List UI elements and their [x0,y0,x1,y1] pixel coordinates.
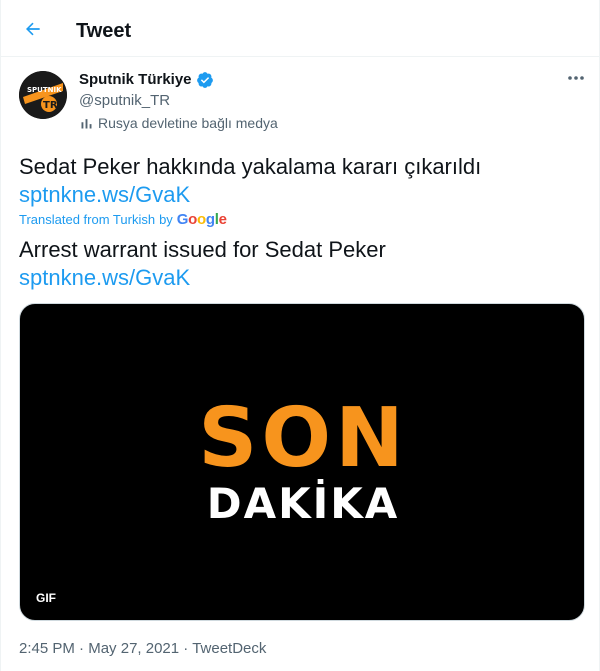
gif-badge: GIF [32,590,60,606]
meta-separator-2: · [183,640,189,657]
sputnik-logo-icon: SPUTNIK TR [19,71,67,119]
back-button[interactable] [15,11,51,47]
tweet-link-translated[interactable]: sptnkne.ws/GvaK [19,264,190,292]
translation-attribution: Translated from Turkish by Google [19,212,227,228]
arrow-left-icon [26,22,40,36]
google-logo-icon[interactable]: Google [177,212,227,228]
affiliation-text: Rusya devletine bağlı medya [98,115,278,131]
podium-icon [81,118,92,128]
tweet-time[interactable]: 2:45 PM [19,640,75,657]
avatar-bottom-text: TR [43,100,58,111]
avatar-top-text: SPUTNIK [27,86,62,94]
tweet-page: Tweet SPUTNIK TR Sputnik Türkiye @sputni… [0,0,600,671]
author-name-row: Sputnik Türkiye [79,70,214,90]
more-options-button[interactable] [561,66,591,90]
translated-by-label: by [159,212,173,227]
tweet-link-original[interactable]: sptnkne.ws/GvaK [19,181,190,209]
tweet-translated-text: Arrest warrant issued for Sedat Peker [19,237,386,262]
media-headline-dakika: DAKİKA [206,479,400,528]
page-title: Tweet [76,20,132,42]
tweet-original-text: Sedat Peker hakkında yakalama kararı çık… [19,154,482,179]
tweet-metadata: 2:45 PM · May 27, 2021 · TweetDeck [19,639,266,659]
author-handle[interactable]: @sputnik_TR [79,91,170,111]
media-headline-son: SON [198,391,408,486]
avatar[interactable]: SPUTNIK TR [19,71,67,119]
meta-separator-1: · [79,640,85,657]
author-name[interactable]: Sputnik Türkiye [79,70,192,90]
tweet-date[interactable]: May 27, 2021 [88,640,179,657]
tweet-source[interactable]: TweetDeck [192,640,266,657]
verified-badge-icon [196,72,213,88]
tweet-media-gif[interactable]: SON DAKİKA GIF [19,303,585,621]
more-dots-icon [568,76,584,80]
translated-from-label: Translated from Turkish [19,212,156,227]
state-affiliation-label[interactable]: Rusya devletine bağlı medya [79,114,278,132]
page-header: Tweet [1,0,600,57]
